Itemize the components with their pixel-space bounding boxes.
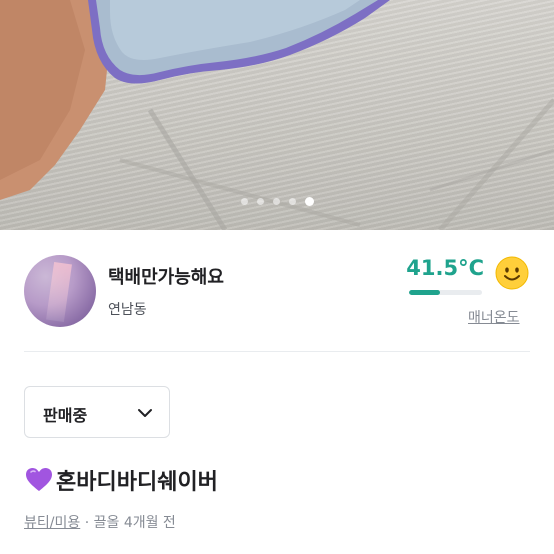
seller-profile[interactable]: 택배만가능해요 연남동 41.5°C 매너온도 [0, 230, 554, 346]
sale-status-value: 판매중 [43, 406, 88, 425]
photo-scene [0, 0, 554, 230]
product-title-row: 혼바디바디쉐이버 [24, 463, 218, 497]
manner-temperature-bar [409, 290, 482, 295]
purple-heart-icon [26, 468, 52, 491]
smile-face-icon [495, 256, 529, 290]
seller-avatar[interactable] [24, 255, 96, 327]
carousel-dot[interactable] [256, 198, 264, 205]
product-category-link[interactable]: 뷰티/미용 [24, 515, 80, 531]
seller-location: 연남동 [108, 302, 147, 318]
section-divider [24, 351, 530, 352]
chevron-down-icon [138, 409, 152, 417]
carousel-indicator [0, 197, 554, 206]
product-photo[interactable] [0, 0, 554, 230]
product-meta: 뷰티/미용 · 끌올 4개월 전 [24, 512, 176, 532]
meta-separator: · [84, 515, 90, 531]
manner-temperature: 41.5°C [406, 256, 484, 280]
product-title: 혼바디바디쉐이버 [56, 470, 218, 495]
seller-nickname[interactable]: 택배만가능해요 [108, 263, 224, 289]
manner-temperature-fill [409, 290, 440, 295]
bump-time: 끌올 4개월 전 [93, 515, 176, 531]
carousel-dot-active[interactable] [304, 197, 314, 206]
carousel-dot[interactable] [272, 198, 280, 205]
manner-temperature-link[interactable]: 매너온도 [468, 307, 520, 327]
carousel-dot[interactable] [288, 198, 296, 205]
carousel-dot[interactable] [240, 198, 248, 205]
sale-status-dropdown[interactable]: 판매중 [24, 386, 170, 438]
